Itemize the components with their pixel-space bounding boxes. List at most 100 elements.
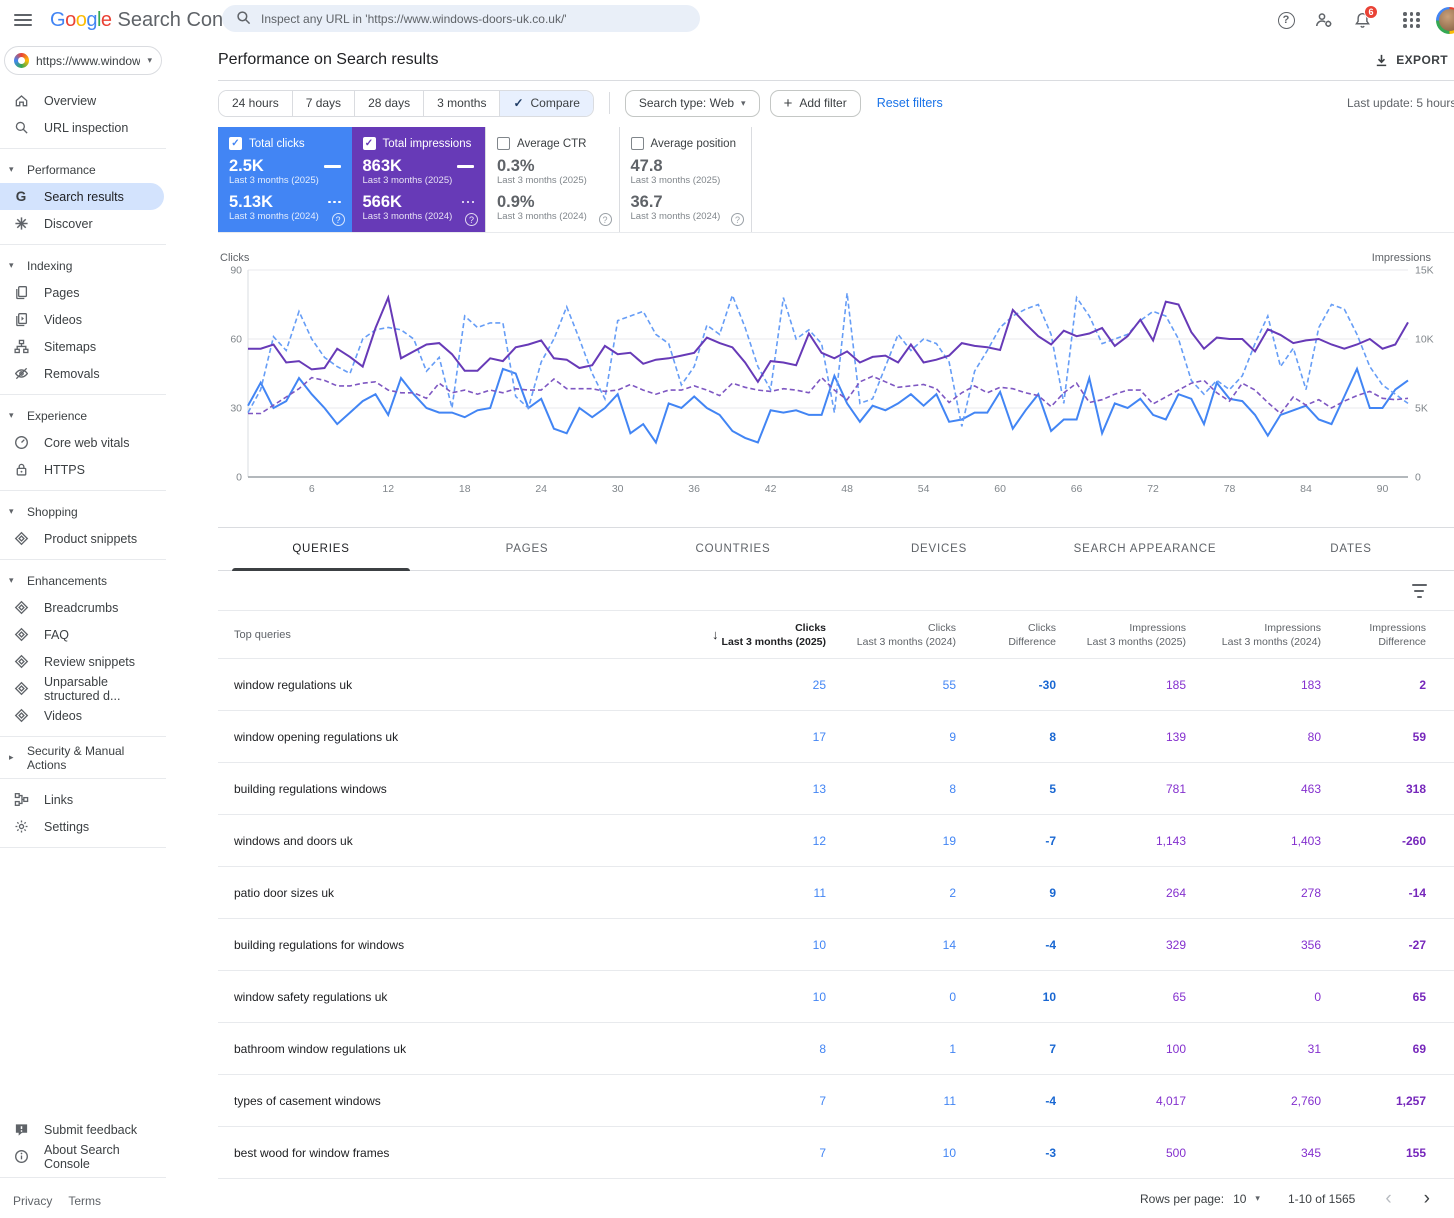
sidebar-section-security-manual-actions[interactable]: ▸ Security & Manual Actions [0, 744, 166, 772]
checkbox-icon[interactable] [497, 137, 510, 150]
sidebar-item-pages[interactable]: Pages [0, 279, 166, 306]
column-header-impressions-difference[interactable]: Impressions Difference [1321, 621, 1426, 649]
sidebar-item-breadcrumbs[interactable]: Breadcrumbs [0, 594, 166, 621]
series-clicks-last-3-months-2024 [247, 292, 1409, 427]
table-row[interactable]: best wood for window frames 7 10 -3 500 345 15… [218, 1127, 1454, 1179]
sidebar-item-search-results[interactable]: G Search results [0, 183, 164, 210]
table-row[interactable]: window regulations uk 25 55 -30 185 183 2 [218, 659, 1454, 711]
tab-dates[interactable]: DATES [1248, 528, 1454, 570]
sidebar-item-videos[interactable]: Videos [0, 702, 166, 729]
compare-button[interactable]: ✓ Compare [500, 90, 593, 116]
sidebar-item-core-web-vitals[interactable]: Core web vitals [0, 429, 166, 456]
sidebar-item-videos[interactable]: Videos [0, 306, 166, 333]
checkbox-icon[interactable]: ✓ [362, 137, 376, 150]
sidebar-item-links[interactable]: Links [0, 786, 166, 813]
help-icon[interactable]: ? [331, 213, 345, 226]
column-header-clicks-last-3-months-2025[interactable]: ↓ Clicks Last 3 months (2025) [711, 621, 826, 649]
menu-icon[interactable] [14, 14, 32, 26]
filter-icon[interactable] [1410, 583, 1428, 598]
sidebar-section-enhancements[interactable]: ▾ Enhancements [0, 567, 166, 594]
tab-devices[interactable]: DEVICES [836, 528, 1042, 570]
sidebar-item-sitemaps[interactable]: Sitemaps [0, 333, 166, 360]
url-inspection-input[interactable] [261, 11, 686, 26]
sidebar-item-about-search-console[interactable]: About Search Console [0, 1143, 166, 1171]
metric-card-average-ctr[interactable]: Average CTR 0.3% Last 3 months (2025) 0.9% L… [485, 127, 619, 232]
tab-pages[interactable]: PAGES [424, 528, 630, 570]
checkbox-icon[interactable]: ✓ [229, 137, 242, 150]
google-apps-icon[interactable] [1403, 12, 1420, 28]
column-header-impressions-last-3-months-2024[interactable]: Impressions Last 3 months (2024) [1186, 621, 1321, 649]
date-range-24-hours[interactable]: 24 hours [219, 90, 293, 116]
download-icon [1377, 54, 1387, 66]
metric-value-block: 5.13K Last 3 months (2024) [229, 193, 319, 223]
sidebar-section-shopping[interactable]: ▾ Shopping [0, 498, 166, 525]
help-icon[interactable]: ? [731, 213, 744, 226]
help-button[interactable]: ? [1275, 9, 1297, 31]
sidebar-item-unparsable-structured-d[interactable]: Unparsable structured d... [0, 675, 166, 703]
value-cell: 59 [1412, 729, 1426, 744]
column-header-clicks-last-3-months-2024[interactable]: Clicks Last 3 months (2024) [826, 621, 956, 649]
table-row[interactable]: window opening regulations uk 17 9 8 139 80 59 [218, 711, 1454, 763]
reset-filters-button[interactable]: Reset filters [877, 96, 943, 110]
sidebar-item-https[interactable]: HTTPS [0, 456, 166, 483]
date-range-3-months[interactable]: 3 months [424, 90, 501, 116]
metric-card-total-clicks[interactable]: ✓ Total clicks 2.5K Last 3 months (2025) 5.1… [218, 127, 352, 232]
sidebar-item-label: Links [44, 792, 74, 807]
sidebar-item-removals[interactable]: Removals [0, 360, 166, 387]
add-filter-button[interactable]: + Add filter [769, 89, 861, 117]
metric-value: 0.3% [497, 157, 535, 175]
sidebar-item-faq[interactable]: FAQ [0, 621, 166, 648]
sidebar-section-experience[interactable]: ▾ Experience [0, 402, 166, 429]
sidebar-item-discover[interactable]: Discover [0, 210, 166, 237]
table-row[interactable]: bathroom window regulations uk 8 1 7 100 31 69 [218, 1023, 1454, 1075]
table-row[interactable]: windows and doors uk 12 19 -7 1,143 1,403 -260 [218, 815, 1454, 867]
metric-card-average-position[interactable]: Average position 47.8 Last 3 months (2025)… [618, 127, 752, 232]
sidebar-section-performance[interactable]: ▾ Performance [0, 156, 166, 183]
table-row[interactable]: window safety regulations uk 10 0 10 65 0 65 [218, 971, 1454, 1023]
help-icon[interactable]: ? [598, 213, 612, 226]
top-app-bar: Google Search Console ? 6 [0, 0, 1454, 40]
tab-countries[interactable]: COUNTRIES [630, 528, 836, 570]
search-type-selector[interactable]: Search type: Web ▾ [624, 89, 760, 117]
sidebar-item-submit-feedback[interactable]: Submit feedback [0, 1116, 166, 1143]
rows-per-page-control[interactable]: Rows per page: 10 ▾ [1140, 1192, 1260, 1206]
svg-text:60: 60 [994, 483, 1006, 495]
table-header-queries[interactable]: Top queries [234, 629, 711, 641]
metric-card-total-impressions[interactable]: ✓ Total impressions 863K Last 3 months (202… [351, 127, 485, 232]
export-button[interactable]: EXPORT [1374, 53, 1448, 68]
sidebar-item-label: Overview [44, 93, 97, 108]
sidebar-item-label: Discover [44, 216, 93, 231]
tab-search-appearance[interactable]: SEARCH APPEARANCE [1042, 528, 1248, 570]
next-page-button[interactable]: › [1422, 1189, 1432, 1208]
table-row[interactable]: patio door sizes uk 11 2 9 264 278 -14 [218, 867, 1454, 919]
property-selector[interactable]: https://www.windows-... ▾ [4, 46, 162, 75]
date-range-28-days[interactable]: 28 days [355, 90, 425, 116]
sidebar-footer: Submit feedback About Search Console [0, 1116, 166, 1171]
notifications-button[interactable]: 6 [1351, 5, 1378, 31]
account-avatar[interactable] [1436, 6, 1454, 34]
sidebar-item-product-snippets[interactable]: Product snippets [0, 525, 166, 552]
sidebar-section-label: Enhancements [27, 573, 108, 588]
sidebar-section-indexing[interactable]: ▾ Indexing [0, 252, 166, 279]
sidebar-item-url-inspection[interactable]: URL inspection [0, 114, 166, 141]
help-icon[interactable]: ? [465, 213, 478, 226]
sidebar-item-review-snippets[interactable]: Review snippets [0, 648, 166, 675]
column-header-clicks-difference[interactable]: Clicks Difference [956, 621, 1056, 649]
https-lock-icon [13, 462, 29, 478]
metric-cards: ✓ Total clicks 2.5K Last 3 months (2025) 5.1… [218, 127, 1454, 233]
tab-queries[interactable]: QUERIES [218, 528, 424, 570]
previous-page-button[interactable]: ‹ [1383, 1189, 1393, 1208]
column-header-impressions-last-3-months-2025[interactable]: Impressions Last 3 months (2025) [1056, 621, 1186, 649]
manage-users-button[interactable] [1313, 9, 1335, 31]
table-row[interactable]: building regulations for windows 10 14 -4 32… [218, 919, 1454, 971]
date-range-7-days[interactable]: 7 days [292, 90, 356, 116]
url-inspection-bar[interactable] [222, 5, 700, 32]
legal-link-terms[interactable]: Terms [68, 1194, 101, 1208]
table-row[interactable]: types of casement windows 7 11 -4 4,017 2,760… [218, 1075, 1454, 1127]
table-row[interactable]: building regulations windows 13 8 5 781 463 31… [218, 763, 1454, 815]
checkbox-icon[interactable] [630, 137, 644, 150]
svg-text:30: 30 [612, 483, 624, 495]
legal-link-privacy[interactable]: Privacy [13, 1194, 52, 1208]
sidebar-item-settings[interactable]: Settings [0, 813, 166, 840]
sidebar-item-overview[interactable]: Overview [0, 87, 166, 114]
